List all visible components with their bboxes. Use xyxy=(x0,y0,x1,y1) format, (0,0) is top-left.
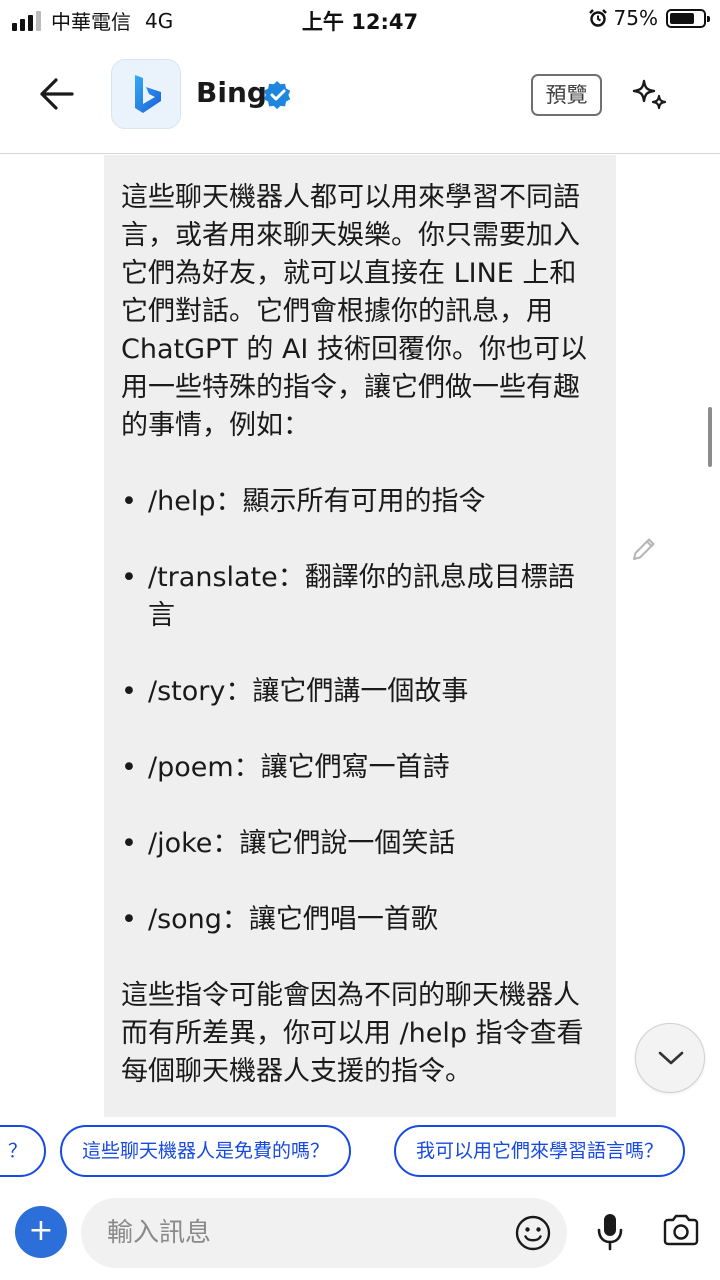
battery-percent: 75% xyxy=(613,6,658,30)
alarm-icon xyxy=(588,8,608,28)
arrow-left-icon xyxy=(40,78,74,110)
bing-logo-avatar[interactable] xyxy=(111,59,181,129)
list-item: •/song：讓它們唱一首歌 xyxy=(121,901,596,939)
list-item: •/help：顯示所有可用的指令 xyxy=(121,483,596,521)
preview-badge: 預覽 xyxy=(531,74,602,116)
list-item-text: /song：讓它們唱一首歌 xyxy=(148,904,438,935)
add-button[interactable]: + xyxy=(15,1206,67,1258)
list-item-text: /poem：讓它們寫一首詩 xyxy=(148,752,450,783)
status-bar: 中華電信 4G 上午 12:47 75% xyxy=(0,0,720,40)
list-item: •/story：讓它們講一個故事 xyxy=(121,673,596,711)
bot-message-bubble: 這些聊天機器人都可以用來學習不同語言，或者用來聊天娛樂。你只需要加入它們為好友，… xyxy=(104,155,616,1117)
chevron-down-icon xyxy=(658,1051,684,1065)
microphone-icon[interactable] xyxy=(596,1212,624,1256)
back-button[interactable] xyxy=(32,74,80,114)
list-item: •/poem：讓它們寫一首詩 xyxy=(121,749,596,787)
emoji-icon[interactable] xyxy=(514,1214,552,1256)
scroll-to-bottom-button[interactable] xyxy=(635,1023,705,1093)
bot-name: Bing xyxy=(196,76,267,109)
message-outro: 這些指令可能會因為不同的聊天機器人而有所差異，你可以用 /help 指令查看每個… xyxy=(121,980,584,1087)
suggestion-chip[interactable]: ？ xyxy=(0,1125,46,1177)
suggestion-chip[interactable]: 這些聊天機器人是免費的嗎？ xyxy=(60,1125,352,1177)
suggestion-chips: ？ 這些聊天機器人是免費的嗎？ 我可以用它們來學習語言嗎？ xyxy=(0,1125,720,1179)
list-item: •/joke：讓它們說一個笑話 xyxy=(121,825,596,863)
message-input-container[interactable] xyxy=(81,1198,567,1268)
list-item: •/translate：翻譯你的訊息成目標語言 xyxy=(121,559,596,635)
chat-header: Bing 預覽 xyxy=(0,40,720,154)
list-item-text: /help：顯示所有可用的指令 xyxy=(148,486,486,517)
camera-icon[interactable] xyxy=(662,1213,700,1251)
input-bar: + xyxy=(0,1180,720,1280)
status-right: 75% xyxy=(588,6,710,30)
list-item-text: /joke：讓它們說一個笑話 xyxy=(148,828,456,859)
edit-pencil-icon[interactable] xyxy=(630,535,658,567)
battery-level xyxy=(670,12,694,24)
chat-area[interactable]: 這些聊天機器人都可以用來學習不同語言，或者用來聊天娛樂。你只需要加入它們為好友，… xyxy=(0,155,720,1117)
list-item-text: /story：讓它們講一個故事 xyxy=(148,676,469,707)
message-intro: 這些聊天機器人都可以用來學習不同語言，或者用來聊天娛樂。你只需要加入它們為好友，… xyxy=(121,182,587,441)
suggestion-chip[interactable]: 我可以用它們來學習語言嗎？ xyxy=(394,1125,686,1177)
list-item-text: /translate：翻譯你的訊息成目標語言 xyxy=(148,562,575,631)
battery-icon xyxy=(666,8,710,28)
plus-icon: + xyxy=(28,1213,54,1248)
sparkle-icon[interactable] xyxy=(632,78,670,116)
bing-logo-icon xyxy=(135,75,161,113)
scrollbar[interactable] xyxy=(708,407,712,467)
message-input[interactable] xyxy=(107,1198,507,1268)
verified-badge-icon xyxy=(263,80,293,114)
